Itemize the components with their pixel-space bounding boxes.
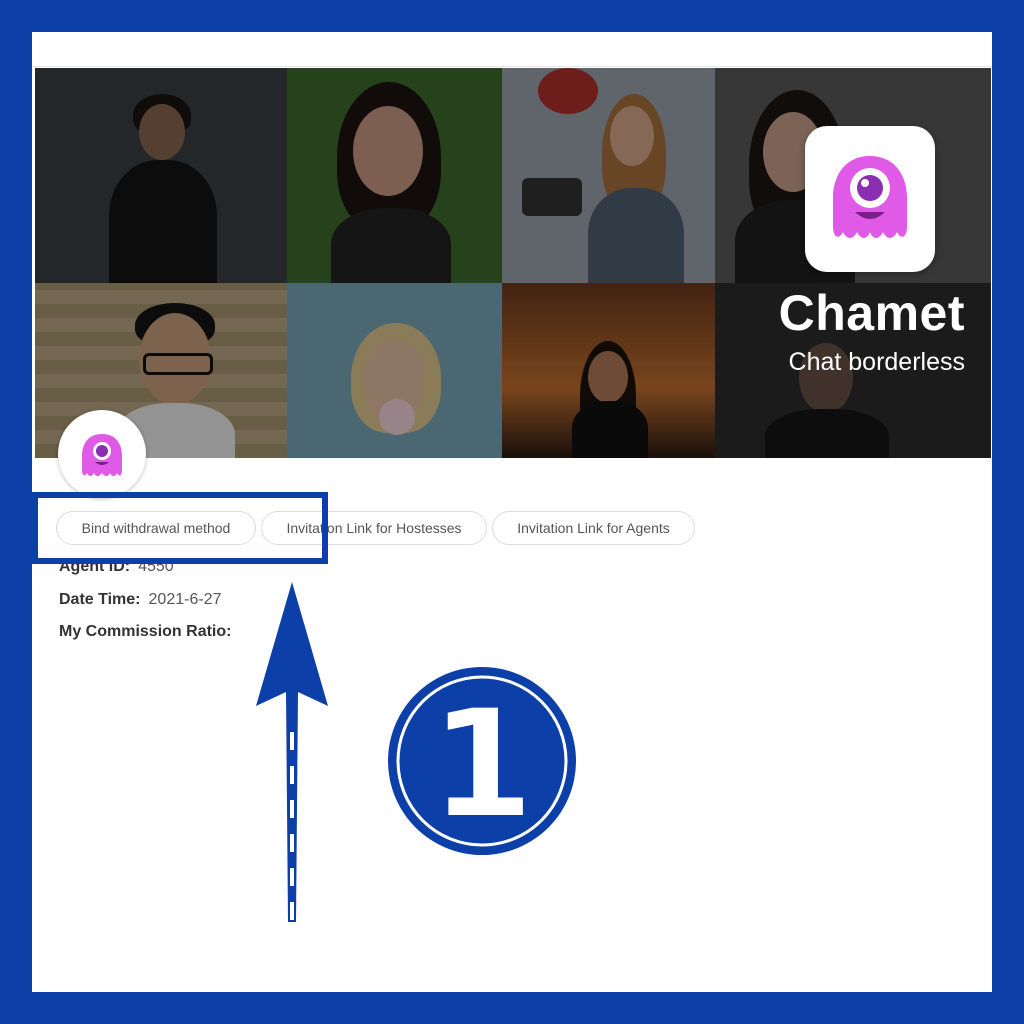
cover-photo-1 xyxy=(35,68,287,283)
arrow-up-icon xyxy=(256,582,328,922)
brand-name: Chamet xyxy=(778,285,965,341)
cover-photo-6 xyxy=(287,283,502,458)
highlight-box xyxy=(32,492,328,564)
commission-row: My Commission Ratio: xyxy=(59,623,239,641)
profile-avatar[interactable] xyxy=(58,410,146,498)
cover-banner: Chamet Chat borderless xyxy=(35,68,991,458)
invitation-link-agents-button[interactable]: Invitation Link for Agents xyxy=(492,511,695,545)
date-time-label: Date Time: xyxy=(59,591,141,608)
brand-tagline: Chat borderless xyxy=(788,348,965,376)
step-number: 1 xyxy=(430,678,534,852)
cover-photo-7 xyxy=(502,283,715,458)
browser-top-bar xyxy=(32,32,992,67)
step-number-badge: 1 xyxy=(388,667,576,855)
cover-photo-2 xyxy=(287,68,502,283)
date-time-row: Date Time: 2021-6-27 xyxy=(59,591,221,609)
commission-label: My Commission Ratio: xyxy=(59,623,232,640)
pink-octopus-icon xyxy=(82,434,122,476)
screenshot-frame: Chamet Chat borderless Bind withdrawal m… xyxy=(32,32,992,992)
date-time-value: 2021-6-27 xyxy=(148,591,222,608)
cover-photo-3 xyxy=(502,68,715,283)
app-logo-icon xyxy=(805,126,935,272)
